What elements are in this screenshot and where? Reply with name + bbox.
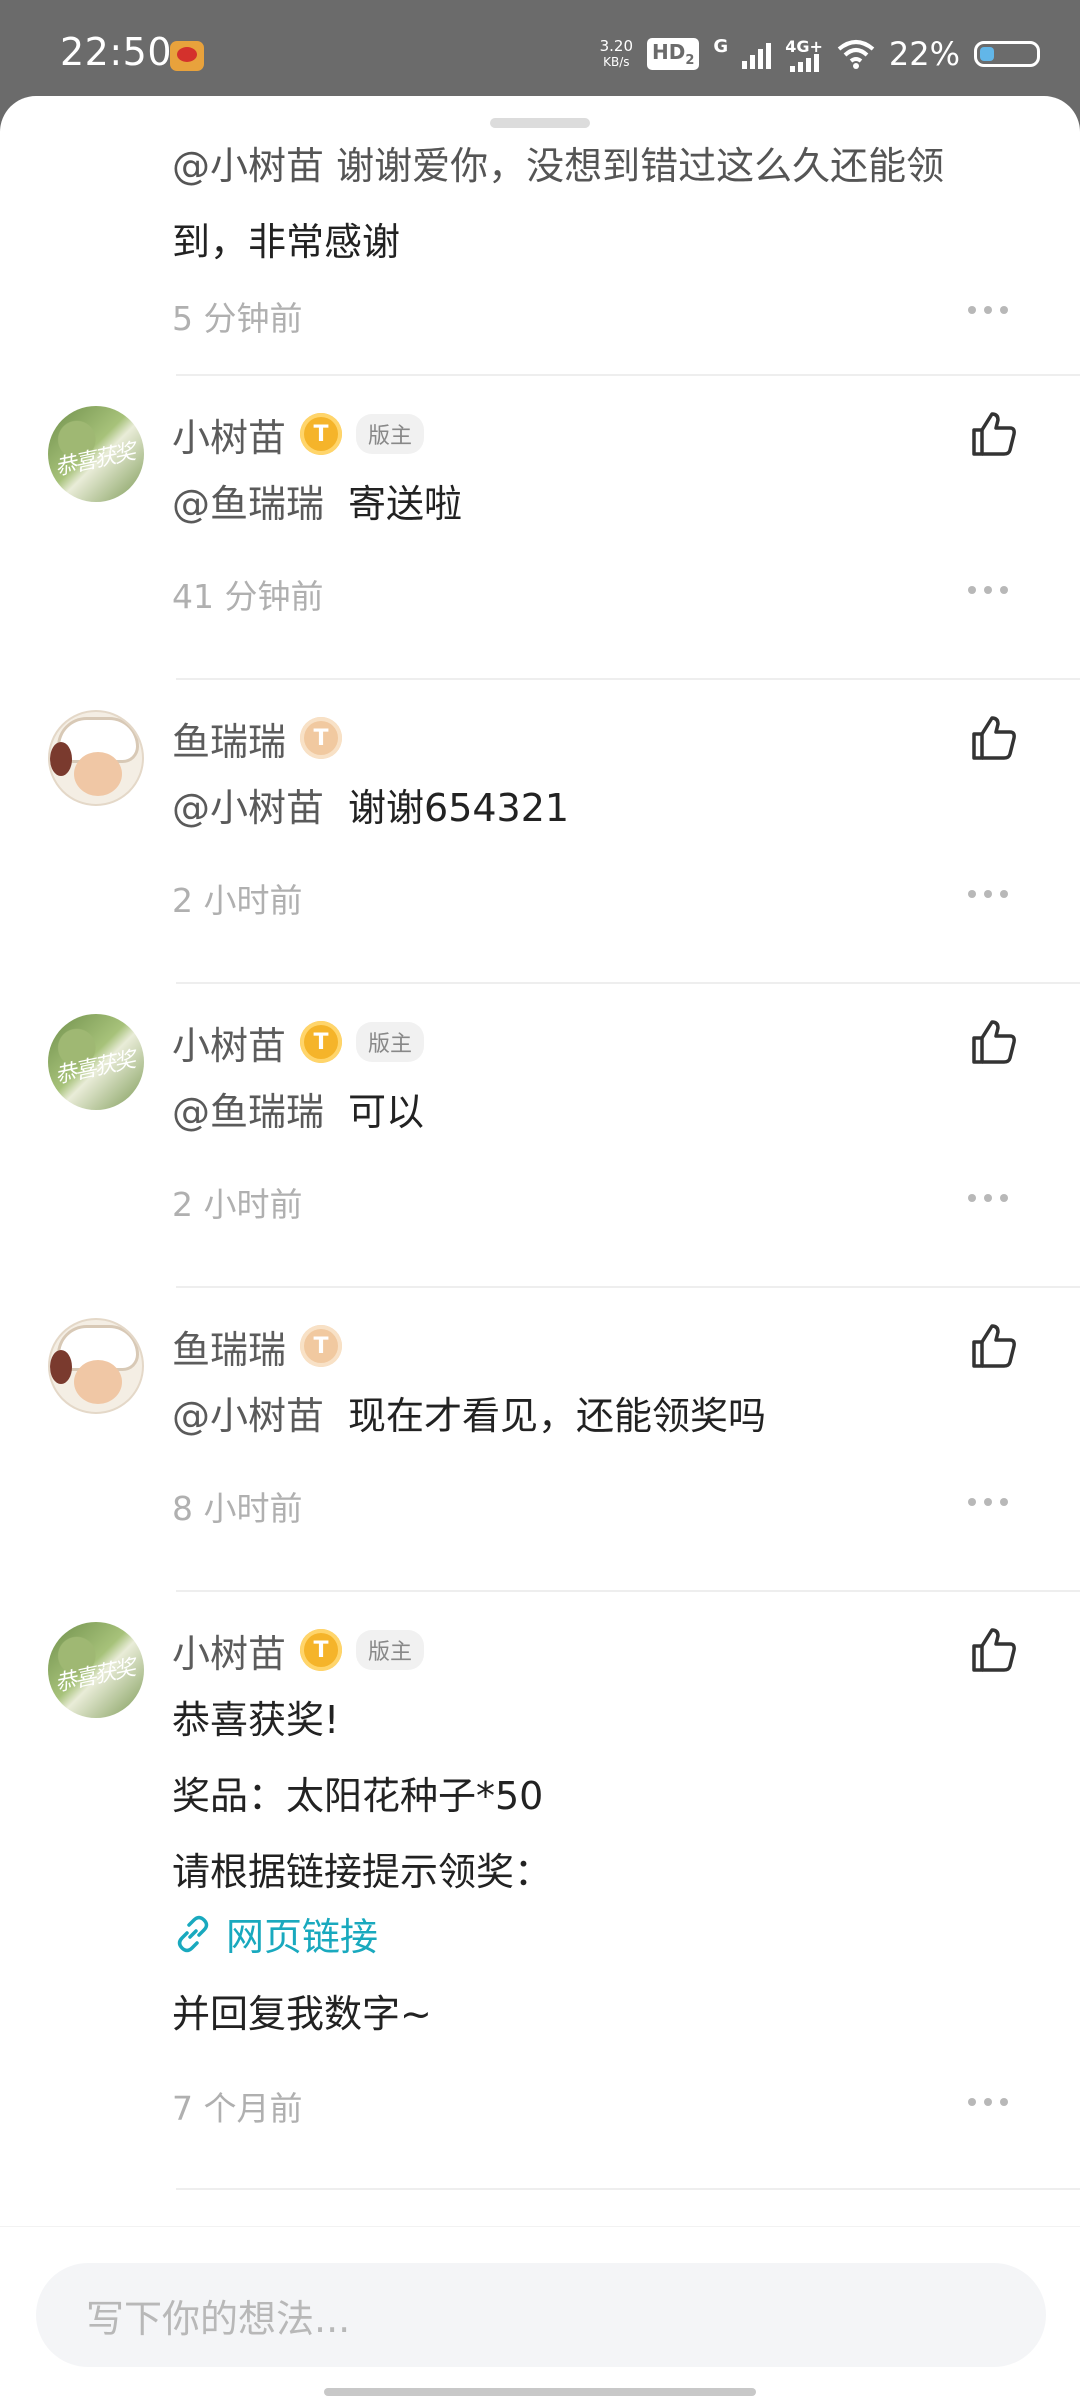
moderator-badge: 版主: [356, 414, 425, 454]
comment-time: 8 小时前: [172, 1489, 303, 1528]
network-speed-value: 3.20: [599, 37, 634, 55]
post-line: 请根据链接提示领奖：: [172, 1850, 553, 1894]
home-indicator[interactable]: [324, 2388, 756, 2396]
comment-header: 小树苗 T 版主: [172, 404, 425, 464]
username[interactable]: 小树苗: [172, 1623, 286, 1678]
more-options-icon[interactable]: [968, 890, 1008, 900]
divider: [176, 374, 1080, 376]
thumbs-up-icon[interactable]: [968, 1624, 1020, 1676]
mention[interactable]: @鱼瑞瑞: [172, 482, 324, 526]
battery-icon: [974, 41, 1040, 67]
avatar[interactable]: 恭喜获奖: [48, 1622, 144, 1718]
comment-header: 小树苗 T 版主: [172, 1620, 425, 1680]
more-options-icon[interactable]: [968, 306, 1008, 316]
more-options-icon[interactable]: [968, 1194, 1008, 1204]
comment-input[interactable]: 写下你的想法...: [36, 2263, 1046, 2367]
post-line: 奖品：太阳花种子*50: [172, 1774, 544, 1818]
hd-icon: HD2: [647, 38, 700, 70]
thumbs-up-icon[interactable]: [968, 408, 1020, 460]
avatar[interactable]: 恭喜获奖: [48, 1014, 144, 1110]
level-badge-icon: T: [300, 1325, 343, 1367]
weibo-app-icon: [170, 41, 204, 71]
level-badge-icon: T: [300, 413, 343, 455]
thumbs-up-icon[interactable]: [968, 1016, 1020, 1068]
comment-header: 鱼瑞瑞 T: [172, 1316, 343, 1376]
more-options-icon[interactable]: [968, 2098, 1008, 2108]
avatar[interactable]: [48, 710, 144, 806]
divider: [176, 982, 1080, 984]
avatar[interactable]: [48, 1318, 144, 1414]
comment-time: 7 个月前: [172, 2089, 303, 2128]
mention[interactable]: @鱼瑞瑞: [172, 1090, 324, 1134]
comment-time: 2 小时前: [172, 1185, 303, 1224]
thumbs-up-icon[interactable]: [968, 1320, 1020, 1372]
lte-signal: 4G+: [785, 37, 823, 72]
partial-comment: @小树苗 谢谢爱你，没想到错过这么久还能领 到，非常感谢 5 分钟前: [0, 96, 1080, 376]
hd-sub: 2: [685, 53, 695, 68]
comment-text: @鱼瑞瑞 可以: [172, 1074, 424, 1150]
thumbs-up-icon[interactable]: [968, 712, 1020, 764]
link-text[interactable]: 网页链接: [226, 1906, 378, 1961]
comment-text-line: 到，非常感谢: [172, 220, 401, 264]
username[interactable]: 鱼瑞瑞: [172, 711, 286, 766]
level-letter: T: [313, 1637, 329, 1663]
comment-text: @鱼瑞瑞 寄送啦: [172, 466, 462, 542]
moderator-badge: 版主: [356, 1022, 425, 1062]
link-icon: [177, 1915, 209, 1952]
comment-time: 5 分钟前: [172, 299, 303, 338]
comment-time: 41 分钟前: [172, 577, 324, 616]
status-bar: 22:50 3.20 KB/s HD2 G 4G+ 22%: [0, 0, 1080, 100]
divider: [176, 678, 1080, 680]
mention[interactable]: @小树苗: [172, 786, 324, 830]
comment-text: @小树苗 谢谢654321: [172, 770, 569, 846]
username[interactable]: 小树苗: [172, 1015, 286, 1070]
wifi-icon: [837, 40, 875, 69]
post-text: 恭喜获奖! 奖品：太阳花种子*50 请根据链接提示领奖：: [172, 1682, 552, 1910]
post-line: 恭喜获奖!: [172, 1698, 340, 1742]
more-options-icon[interactable]: [968, 586, 1008, 596]
comment-header: 小树苗 T 版主: [172, 1012, 425, 1072]
network-speed-unit: KB/s: [603, 55, 630, 69]
level-letter: T: [313, 1029, 329, 1055]
post-text: 并回复我数字~: [172, 1976, 432, 2052]
comment-body: 可以: [348, 1090, 425, 1134]
status-icons: 3.20 KB/s HD2 G 4G+ 22%: [600, 32, 1040, 76]
comment-time: 2 小时前: [172, 881, 303, 920]
comment-text: @小树苗 谢谢爱你，没想到错过这么久还能领 到，非常感谢: [172, 128, 944, 280]
comment-input-bar: 写下你的想法...: [0, 2226, 1080, 2401]
comment-body: 寄送啦: [348, 482, 463, 526]
level-badge-icon: T: [300, 1629, 343, 1671]
mention[interactable]: @小树苗: [172, 1394, 324, 1438]
comment-text-line: @小树苗 谢谢爱你，没想到错过这么久还能领: [172, 144, 945, 188]
signal-icon: [742, 39, 772, 69]
divider: [176, 1590, 1080, 1592]
comment-body: 谢谢654321: [348, 786, 570, 830]
username[interactable]: 鱼瑞瑞: [172, 1319, 286, 1374]
battery-percent: 22%: [888, 35, 960, 73]
web-link[interactable]: 网页链接: [172, 1906, 378, 1961]
level-letter: T: [313, 421, 329, 447]
network-speed: 3.20 KB/s: [600, 38, 633, 70]
comment-text: @小树苗 现在才看见，还能领奖吗: [172, 1378, 766, 1454]
comment-sheet: @小树苗 谢谢爱你，没想到错过这么久还能领 到，非常感谢 5 分钟前 恭喜获奖 …: [0, 96, 1080, 2400]
divider: [176, 2188, 1080, 2190]
comment-body: 现在才看见，还能领奖吗: [348, 1394, 767, 1438]
comment-header: 鱼瑞瑞 T: [172, 708, 343, 768]
level-letter: T: [313, 725, 329, 751]
divider: [176, 1286, 1080, 1288]
level-badge-icon: T: [300, 717, 343, 759]
moderator-badge: 版主: [356, 1630, 425, 1670]
status-time: 22:50: [60, 30, 173, 74]
username[interactable]: 小树苗: [172, 407, 286, 462]
g-label: G: [713, 35, 729, 57]
level-letter: T: [313, 1333, 329, 1359]
more-options-icon[interactable]: [968, 1498, 1008, 1508]
signal-2-icon: [789, 53, 819, 72]
avatar[interactable]: 恭喜获奖: [48, 406, 144, 502]
post-line: 并回复我数字~: [172, 1992, 432, 2036]
hd-label: HD: [652, 40, 686, 64]
level-badge-icon: T: [300, 1021, 343, 1063]
